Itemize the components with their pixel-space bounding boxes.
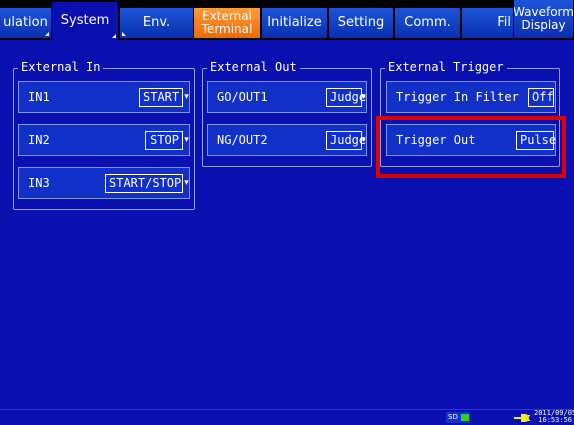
tab-system-label: System [60, 13, 110, 28]
in1-label: IN1 [28, 90, 50, 104]
tab-env-label: Env. [142, 15, 171, 30]
tab-waveform-display[interactable]: Waveform Display [514, 0, 574, 38]
power-plug-icon [514, 414, 530, 422]
in2-label: IN2 [28, 133, 50, 147]
sd-label: SD [448, 413, 458, 421]
tab-initialize-label: Initialize [267, 15, 322, 30]
tab-comm-label: Comm. [404, 15, 451, 30]
tab-env[interactable]: Env. [120, 8, 194, 38]
ng-out2-row[interactable]: NG/OUT2 Judge ▾ [207, 124, 367, 156]
tab-bar: ulation System Env. External Terminal In… [0, 0, 574, 40]
in3-select[interactable]: START/STOP [105, 174, 183, 193]
tab-initialize[interactable]: Initialize [262, 8, 328, 38]
in1-select[interactable]: START [139, 88, 183, 107]
go-out1-label: GO/OUT1 [217, 90, 268, 104]
ng-out2-label: NG/OUT2 [217, 133, 268, 147]
highlight-box [376, 116, 566, 178]
sd-card-icon: SD [446, 412, 470, 423]
ng-out2-select[interactable]: Judge [326, 131, 366, 150]
tab-file[interactable]: Fil [462, 8, 514, 38]
go-out1-row[interactable]: GO/OUT1 Judge ▾ [207, 81, 367, 113]
go-out1-select[interactable]: Judge [326, 88, 366, 107]
chevron-down-icon[interactable]: ▾ [360, 88, 367, 107]
in3-row[interactable]: IN3 START/STOP ▾ [18, 167, 190, 199]
tab-setting-label: Setting [337, 15, 385, 30]
external-out-title: External Out [207, 60, 300, 74]
tab-external-terminal[interactable]: External Terminal [194, 8, 261, 38]
chevron-down-icon[interactable]: ▾ [360, 131, 367, 150]
trigger-in-filter-row[interactable]: Trigger In Filter Off [386, 81, 556, 113]
chevron-down-icon[interactable]: ▾ [183, 88, 190, 107]
tab-setting[interactable]: Setting [329, 8, 394, 38]
external-in-title: External In [18, 60, 104, 74]
sd-usage-bar [461, 414, 469, 421]
tab-calculation-label: ulation [3, 15, 48, 30]
tab-corner-icon [45, 32, 49, 36]
tab-waveform-label-2: Display [521, 18, 566, 32]
in1-row[interactable]: IN1 START ▾ [18, 81, 190, 113]
tab-file-label: Fil [497, 15, 511, 30]
trigger-in-filter-label: Trigger In Filter [396, 90, 519, 104]
status-bar: SD 2011/09/05 16:53:56 [0, 409, 574, 425]
tab-system[interactable]: System [52, 2, 119, 40]
in2-row[interactable]: IN2 STOP ▾ [18, 124, 190, 156]
tab-corner-icon [112, 34, 116, 38]
in3-label: IN3 [28, 176, 50, 190]
external-trigger-title: External Trigger [385, 60, 507, 74]
tab-comm[interactable]: Comm. [395, 8, 461, 38]
in2-select[interactable]: STOP [145, 131, 183, 150]
clock: 2011/09/05 16:53:56 [534, 410, 574, 424]
tab-external-terminal-label-2: Terminal [201, 22, 253, 36]
chevron-down-icon[interactable]: ▾ [183, 131, 190, 150]
tab-calculation[interactable]: ulation [0, 8, 52, 38]
clock-time: 16:53:56 [538, 416, 572, 424]
trigger-in-filter-value[interactable]: Off [528, 88, 554, 107]
instrument-screen: ulation System Env. External Terminal In… [0, 0, 574, 425]
chevron-down-icon[interactable]: ▾ [183, 174, 190, 193]
tab-corner-icon [122, 32, 126, 36]
